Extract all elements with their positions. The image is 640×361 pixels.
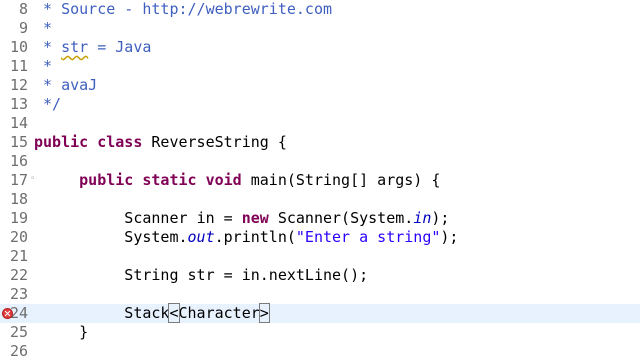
line-number: 13 [9, 95, 28, 113]
code-token: Scanner(System. [277, 209, 414, 227]
text-cursor [268, 305, 270, 320]
code-token: ); [440, 228, 459, 246]
code-text: Scanner in = new Scanner(System.in); [34, 209, 449, 228]
code-token: Stack [34, 304, 170, 322]
code-token: "Enter a string" [295, 228, 441, 246]
line-number: 17 [9, 171, 28, 189]
line-number: 22 [9, 266, 28, 284]
code-token: ReverseString { [151, 133, 287, 151]
code-token: = [214, 209, 242, 227]
code-text: * [34, 57, 52, 76]
code-token: str [61, 38, 89, 56]
error-icon[interactable] [2, 308, 13, 319]
code-token: main(String[] args) { [250, 171, 441, 189]
code-token: new [241, 209, 278, 227]
code-line[interactable]: 8 * Source - http://webrewrite.com [0, 0, 640, 19]
code-token: String str = in.nextLine(); [34, 266, 369, 284]
code-line[interactable]: 17 ◦ public static void main(String[] arg… [0, 171, 640, 190]
code-line[interactable]: 22 String str = in.nextLine(); [0, 266, 640, 285]
code-line[interactable]: 18 [0, 190, 640, 209]
code-line[interactable]: 19 Scanner in = new Scanner(System.in); [0, 209, 640, 228]
code-line[interactable]: 26 [0, 342, 640, 361]
code-token: ); [431, 209, 450, 227]
code-text: public class ReverseString { [34, 133, 287, 152]
code-text: String str = in.nextLine(); [34, 266, 368, 285]
code-line[interactable]: 15 public class ReverseString { [0, 133, 640, 152]
line-number: 16 [9, 152, 28, 170]
code-token: .println( [214, 228, 296, 246]
code-token: out [187, 228, 215, 246]
code-token: public static void [79, 171, 251, 189]
code-token: * avaJ [34, 76, 98, 94]
code-token: * [34, 19, 53, 37]
line-number: 18 [9, 190, 28, 208]
code-line[interactable]: 13 */ [0, 95, 640, 114]
code-line[interactable]: 11 * [0, 57, 640, 76]
line-number: 20 [9, 228, 28, 246]
line-number: 19 [9, 209, 28, 227]
code-line[interactable]: 14 [0, 114, 640, 133]
code-line[interactable]: 20 System.out.println("Enter a string"); [0, 228, 640, 247]
code-token: > [258, 303, 270, 323]
line-number: 8 [18, 0, 28, 18]
line-number: 21 [9, 247, 28, 265]
code-line[interactable]: 12 * avaJ [0, 76, 640, 95]
code-token: public class [34, 133, 152, 151]
code-token: in [413, 209, 432, 227]
code-text: * avaJ [34, 76, 97, 95]
code-token: * Source - http://webrewrite.com [34, 0, 333, 18]
code-text: * Source - http://webrewrite.com [34, 0, 332, 19]
line-number: 9 [18, 19, 28, 37]
line-number: 12 [9, 76, 28, 94]
code-text: * [34, 19, 52, 38]
code-token: in [196, 209, 215, 227]
code-text: Stack<Character> [34, 303, 270, 323]
code-line[interactable]: 9 * [0, 19, 640, 38]
line-number: 10 [9, 38, 28, 56]
code-line[interactable]: 21 [0, 247, 640, 266]
code-line[interactable]: 16 [0, 152, 640, 171]
line-number: 11 [9, 57, 28, 75]
code-line[interactable]: 24 Stack<Character> [0, 303, 640, 323]
line-number: 25 [9, 323, 28, 341]
code-token: System. [34, 228, 188, 246]
line-number: 26 [9, 342, 28, 360]
code-text: * str = Java [34, 38, 151, 57]
code-line[interactable]: 25 } [0, 323, 640, 342]
code-editor[interactable]: 8 * Source - http://webrewrite.com 9 * 10 … [0, 0, 640, 360]
code-line[interactable]: 10 * str = Java [0, 38, 640, 57]
code-token: < [168, 303, 180, 323]
line-number: 14 [9, 114, 28, 132]
code-text: } [34, 323, 88, 342]
code-token: = Java [88, 38, 152, 56]
code-token: Character [178, 304, 260, 322]
code-token: * [34, 57, 53, 75]
code-token: */ [34, 95, 62, 113]
code-text: System.out.println("Enter a string"); [34, 228, 458, 247]
code-line[interactable]: 23 [0, 285, 640, 304]
code-text: */ [34, 95, 61, 114]
code-text: public static void main(String[] args) { [34, 171, 440, 190]
code-token: * [34, 38, 62, 56]
code-token: Scanner [34, 209, 197, 227]
line-number: 15 [9, 133, 28, 151]
line-number: 23 [9, 285, 28, 303]
code-token: } [34, 323, 89, 341]
